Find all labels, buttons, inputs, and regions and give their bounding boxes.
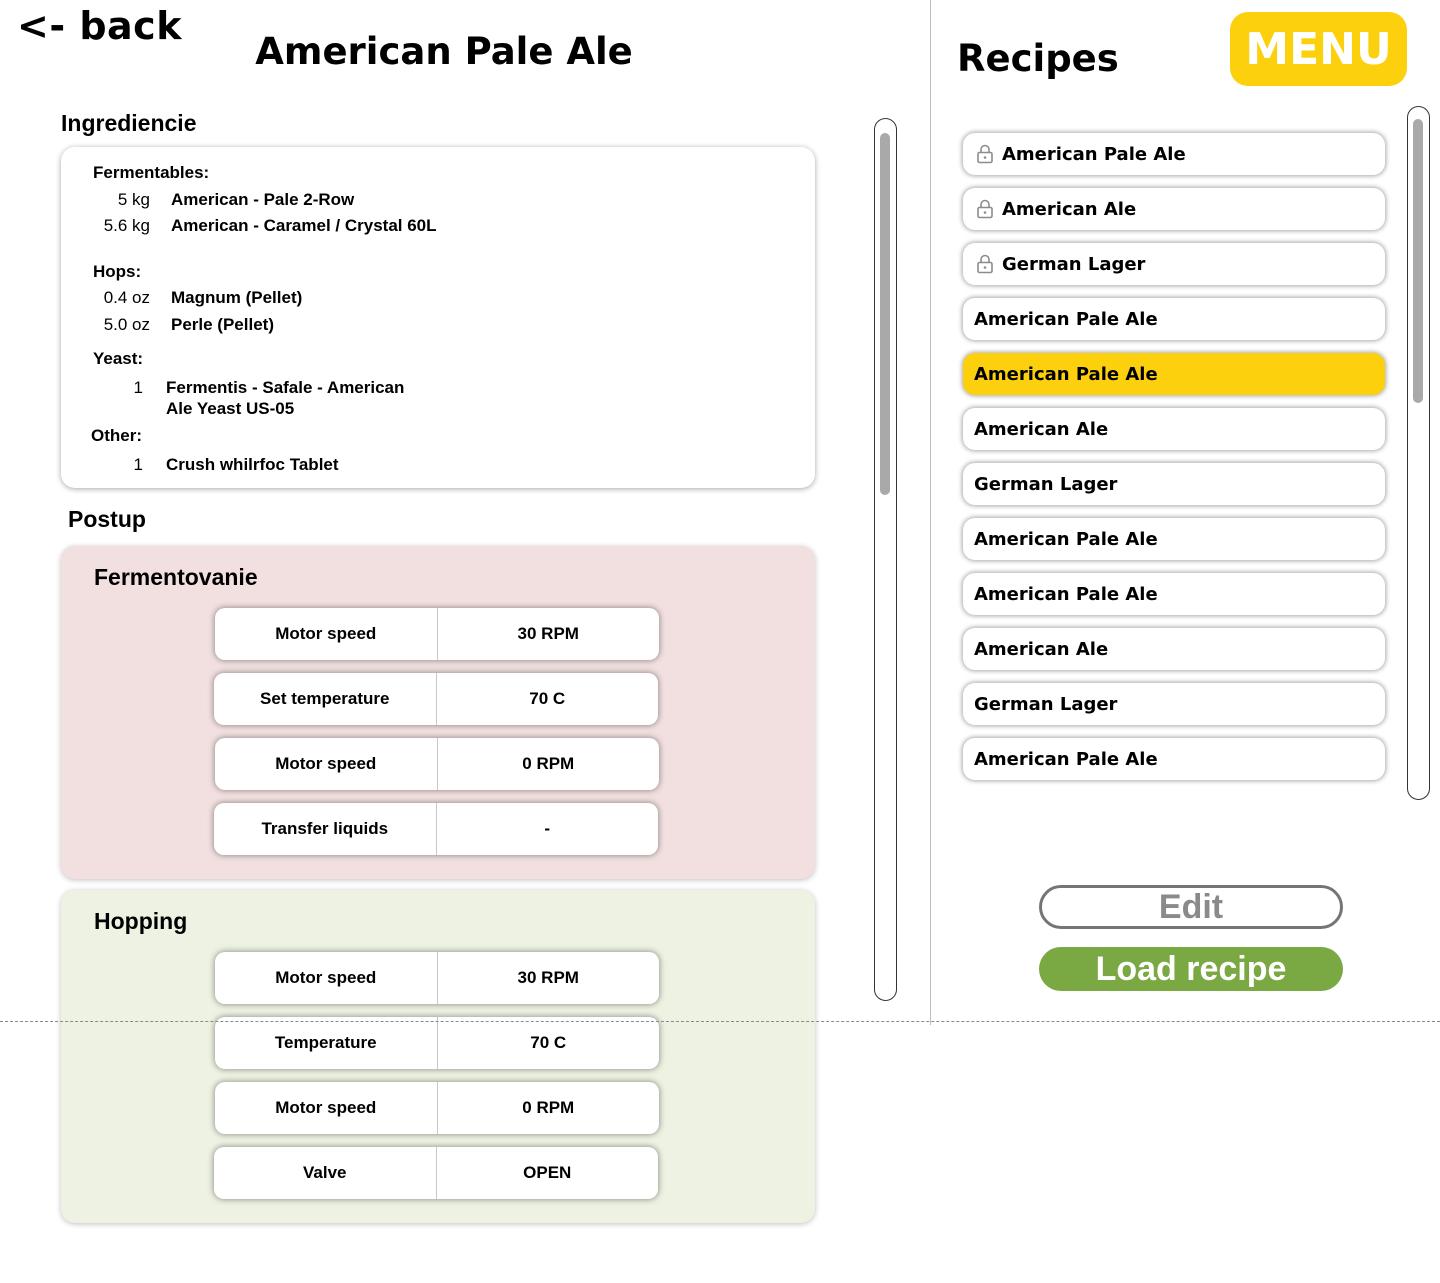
hop-name: Perle (Pellet) <box>171 315 274 334</box>
ingredients-heading: Ingrediencie <box>61 110 197 136</box>
recipe-list-item[interactable]: American Pale Ale <box>963 738 1385 780</box>
left-scrollbar[interactable] <box>874 118 897 1001</box>
fermentation-panel: Fermentovanie Motor speed 30 RPM Set tem… <box>61 546 815 879</box>
other-label: Other: <box>91 426 142 445</box>
recipe-label: American Ale <box>974 638 1109 660</box>
step-param: Motor speed <box>215 1082 438 1134</box>
left-scrollbar-thumb[interactable] <box>880 133 890 495</box>
fermentables-label: Fermentables: <box>93 163 210 182</box>
step-param: Motor speed <box>215 608 438 660</box>
recipe-label: American Ale <box>1002 198 1137 220</box>
recipe-list-item[interactable]: German Lager <box>963 463 1385 505</box>
fermentable-qty: 5.6 kg <box>103 216 150 235</box>
recipe-list-item[interactable]: American Ale <box>963 188 1385 230</box>
hop-qty: 0.4 oz <box>103 288 150 307</box>
recipe-list-item[interactable]: American Pale Ale <box>963 353 1385 395</box>
edit-button[interactable]: Edit <box>1039 885 1343 929</box>
other-name: Crush whilrfoc Tablet <box>166 455 339 474</box>
step-value: OPEN <box>523 1163 572 1182</box>
recipe-list-item[interactable]: American Pale Ale <box>963 133 1385 175</box>
recipe-label: American Pale Ale <box>974 308 1158 330</box>
recipe-label: American Pale Ale <box>974 363 1158 385</box>
step-value: 0 RPM <box>522 754 575 773</box>
hop-name: Magnum (Pellet) <box>171 288 303 307</box>
recipe-label: American Pale Ale <box>974 528 1158 550</box>
step-value: 30 RPM <box>517 968 579 987</box>
step-row[interactable]: Transfer liquids - <box>214 803 658 855</box>
hopping-panel: Hopping Motor speed 30 RPM Temperature 7… <box>61 890 815 1223</box>
step-value: 70 C <box>530 1033 567 1052</box>
hops-label: Hops: <box>93 262 142 281</box>
hop-qty: 5.0 oz <box>103 315 150 334</box>
step-row[interactable]: Motor speed 30 RPM <box>215 608 659 660</box>
recipe-list-item[interactable]: American Pale Ale <box>963 518 1385 560</box>
lock-icon <box>976 144 994 164</box>
step-param: Motor speed <box>215 952 438 1004</box>
yeast-name-line2: Ale Yeast US-05 <box>166 399 295 418</box>
fold-line <box>0 1021 1440 1022</box>
recipes-scrollbar[interactable] <box>1407 106 1430 800</box>
recipe-label: American Ale <box>974 418 1109 440</box>
step-value: 0 RPM <box>522 1098 575 1117</box>
fermentation-title: Fermentovanie <box>94 564 258 590</box>
step-value: 70 C <box>529 689 566 708</box>
step-param: Set temperature <box>214 673 437 725</box>
step-row[interactable]: Motor speed 30 RPM <box>215 952 659 1004</box>
recipe-list-item[interactable]: German Lager <box>963 243 1385 285</box>
yeast-qty: 1 <box>133 378 143 397</box>
step-row[interactable]: Motor speed 0 RPM <box>215 1082 659 1134</box>
procedure-heading: Postup <box>68 506 146 532</box>
step-row[interactable]: Valve OPEN <box>214 1147 658 1199</box>
step-param: Transfer liquids <box>214 803 437 855</box>
recipe-label: American Pale Ale <box>974 583 1158 605</box>
menu-button[interactable]: MENU <box>1230 12 1407 86</box>
recipe-label: American Pale Ale <box>1002 143 1186 165</box>
lock-icon <box>976 199 994 219</box>
page-title: American Pale Ale <box>255 30 633 73</box>
yeast-name-line1: Fermentis - Safale - American <box>166 378 405 397</box>
lock-icon <box>976 254 994 274</box>
recipe-list-item[interactable]: American Ale <box>963 408 1385 450</box>
recipe-list-item[interactable]: American Ale <box>963 628 1385 670</box>
hopping-title: Hopping <box>94 908 188 934</box>
step-row[interactable]: Motor speed 0 RPM <box>215 738 659 790</box>
ingredients-card: Fermentables: 5 kg American - Pale 2-Row… <box>61 147 815 488</box>
recipe-label: German Lager <box>1002 253 1146 275</box>
recipe-label: German Lager <box>974 693 1118 715</box>
load-recipe-button[interactable]: Load recipe <box>1039 947 1343 991</box>
yeast-label: Yeast: <box>93 349 144 368</box>
recipe-list-item[interactable]: American Pale Ale <box>963 573 1385 615</box>
fermentable-qty: 5 kg <box>117 190 150 209</box>
step-row[interactable]: Temperature 70 C <box>215 1017 659 1069</box>
recipe-label: German Lager <box>974 473 1118 495</box>
recipes-title: Recipes <box>957 37 1119 80</box>
step-param: Motor speed <box>215 738 438 790</box>
step-value: 30 RPM <box>517 624 579 643</box>
fermentable-name: American - Pale 2-Row <box>171 190 355 209</box>
step-row[interactable]: Set temperature 70 C <box>214 673 658 725</box>
recipe-list-item[interactable]: German Lager <box>963 683 1385 725</box>
recipes-scrollbar-thumb[interactable] <box>1413 119 1423 403</box>
recipe-label: American Pale Ale <box>974 748 1158 770</box>
step-value: - <box>544 819 551 838</box>
step-param: Valve <box>214 1147 437 1199</box>
step-param: Temperature <box>215 1017 438 1069</box>
fermentable-name: American - Caramel / Crystal 60L <box>171 216 437 235</box>
other-qty: 1 <box>133 455 143 474</box>
column-divider <box>930 0 931 1025</box>
recipe-list-item[interactable]: American Pale Ale <box>963 298 1385 340</box>
